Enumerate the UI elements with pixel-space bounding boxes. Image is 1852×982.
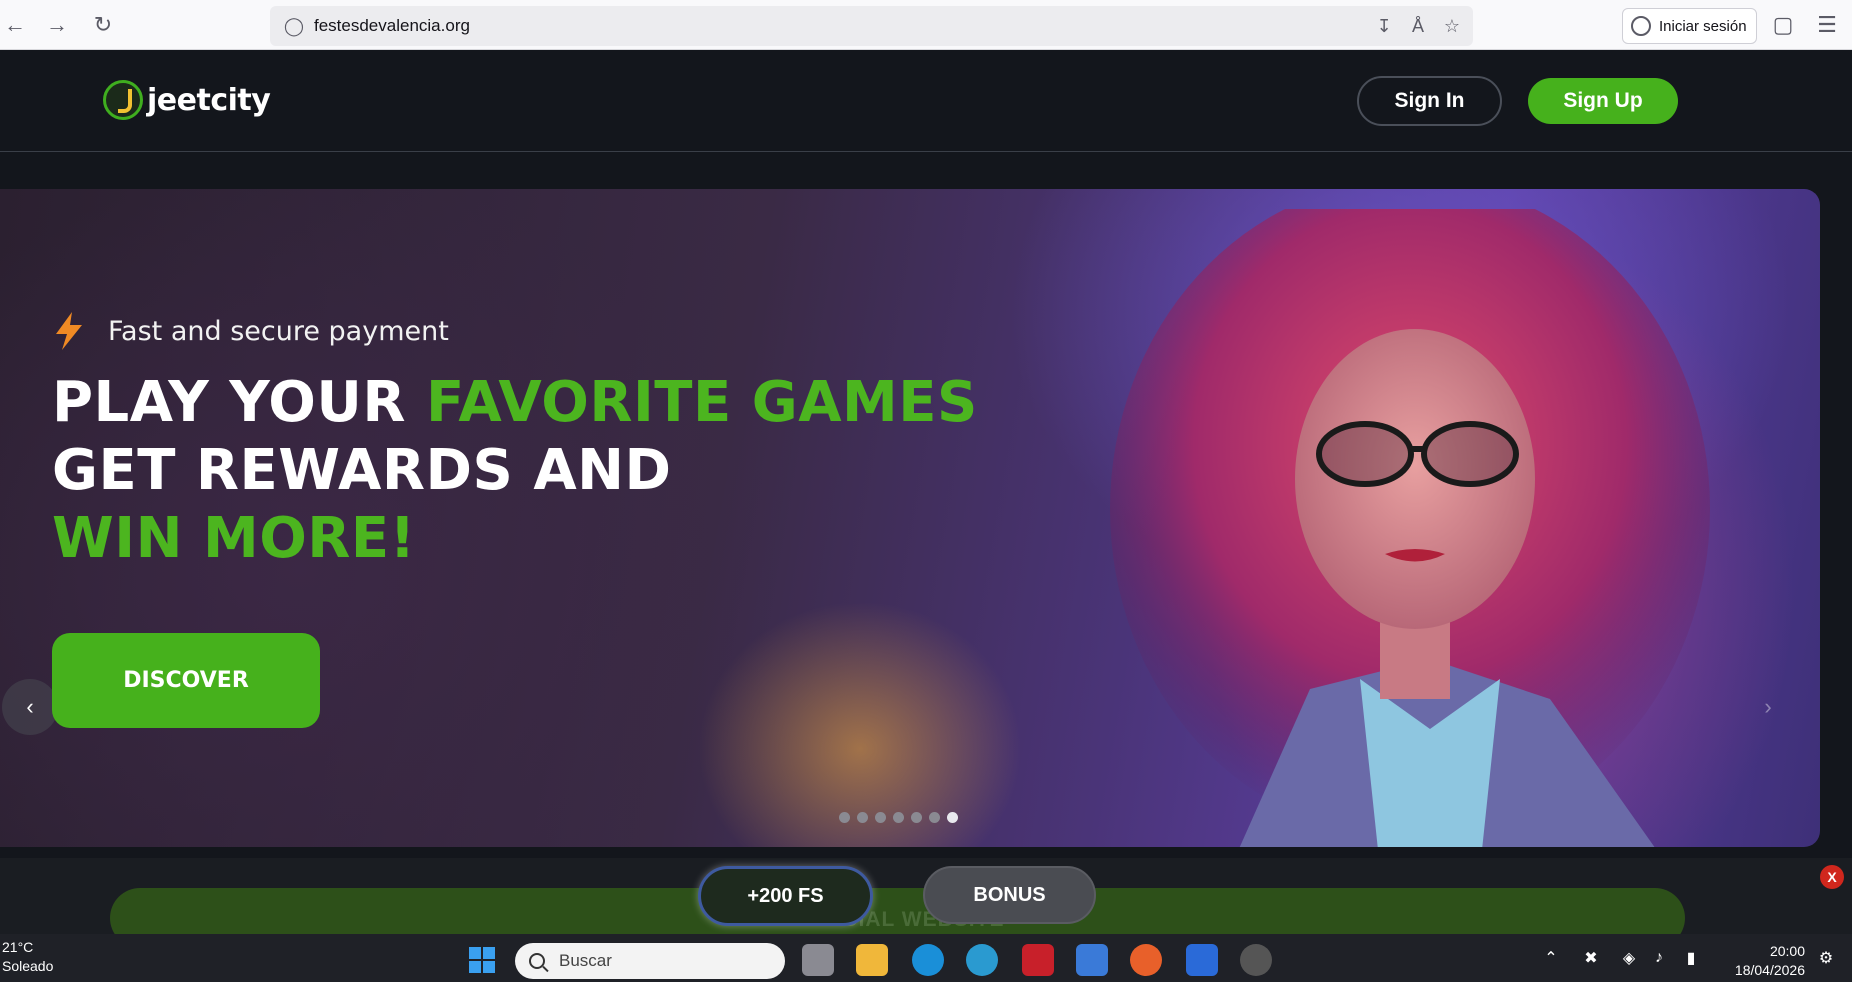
document-app-icon[interactable] [1186,944,1218,976]
slider-dot[interactable] [911,812,922,823]
weather-condition: Soleado [2,958,54,974]
edge-browser-icon[interactable] [912,944,944,976]
sign-up-button[interactable]: Sign Up [1528,78,1678,124]
sign-in-button[interactable]: Sign In [1357,76,1502,126]
temperature: 21°C [2,939,34,955]
bonus-button[interactable]: BONUS [923,866,1096,924]
task-view-icon[interactable] [802,944,834,976]
site-header: jeetcity Sign In Sign Up [0,50,1852,152]
translate-icon[interactable]: Å [1406,15,1430,37]
close-promo-button[interactable]: X [1820,865,1844,889]
battery-icon[interactable]: ▮ [1680,947,1702,969]
account-icon [1631,16,1651,36]
microsoft-store-icon[interactable] [1076,944,1108,976]
back-icon[interactable]: ← [0,10,30,40]
browser-signin-label: Iniciar sesión [1659,17,1747,35]
slider-next-button[interactable]: › [1740,679,1796,735]
notification-bell-icon[interactable]: ⚙ [1815,947,1837,969]
hero-tagline: Fast and secure payment [52,312,449,350]
forward-icon[interactable]: → [42,10,72,40]
headline-line-2: GET REWARDS AND [52,438,672,503]
logo-mark-icon [103,80,143,120]
headline-line-1-green: FAVORITE GAMES [426,370,978,435]
date: 18/04/2026 [1734,962,1805,978]
weather-widget[interactable]: 21°C Soleado [2,938,53,976]
free-spins-button[interactable]: +200 FS [698,866,873,926]
slider-dot[interactable] [947,812,958,823]
slider-dot[interactable] [893,812,904,823]
url-text[interactable]: festesdevalencia.org [314,16,470,36]
extensions-icon[interactable]: ▢ [1768,10,1798,40]
taskbar: 21°C Soleado Buscar ⌃ ✖ ◈ ♪ ▮ 20:00 18/0… [0,934,1852,982]
headline-line-3: WIN MORE! [52,506,416,571]
download-icon[interactable]: ↧ [1372,15,1396,37]
volume-icon[interactable]: ♪ [1648,947,1670,969]
shield-icon[interactable]: ◯ [282,15,306,37]
official-website-text: OFFICIAL WEBSITE [790,908,1005,931]
address-bar[interactable]: ◯ festesdevalencia.org ↧ Å ☆ [270,6,1473,46]
slider-prev-button[interactable]: ‹ [2,679,58,735]
chevron-right-icon: › [1764,694,1772,719]
slider-dot[interactable] [839,812,850,823]
clock[interactable]: 20:00 18/04/2026 [1720,942,1805,980]
mcafee-icon[interactable] [1022,944,1054,976]
bookmark-star-icon[interactable]: ☆ [1440,15,1464,37]
slider-dots [839,812,958,823]
lightning-bolt-icon [56,312,82,350]
wifi-icon[interactable]: ◈ [1618,947,1640,969]
discover-button[interactable]: DISCOVER [52,633,320,728]
hero-character-illustration [1110,209,1710,847]
slider-dot[interactable] [857,812,868,823]
search-placeholder: Buscar [559,951,612,970]
reload-icon[interactable]: ↻ [88,10,118,40]
tagline-text: Fast and secure payment [108,315,449,347]
menu-icon[interactable]: ☰ [1812,10,1842,40]
firefox-icon[interactable] [1130,944,1162,976]
logo-text: jeetcity [147,82,271,118]
search-icon [529,953,545,969]
headline-line-1-white: PLAY YOUR [52,370,427,435]
browser-toolbar: ← → ↻ ◯ festesdevalencia.org ↧ Å ☆ Inici… [0,0,1852,50]
notifications-off-icon[interactable]: ✖ [1580,947,1602,969]
help-app-icon[interactable] [966,944,998,976]
windows-start-icon[interactable] [466,944,498,976]
chevron-up-icon[interactable]: ⌃ [1540,947,1562,969]
site-logo[interactable]: jeetcity [103,80,271,120]
browser-signin-button[interactable]: Iniciar sesión [1622,8,1757,44]
slider-dot[interactable] [929,812,940,823]
time: 20:00 [1769,943,1805,959]
app-circle-icon[interactable] [1240,944,1272,976]
file-explorer-icon[interactable] [856,944,888,976]
taskbar-search-input[interactable]: Buscar [515,943,785,979]
slider-dot[interactable] [875,812,886,823]
chevron-left-icon: ‹ [26,694,34,719]
headline-line-1: PLAY YOUR FAVORITE GAMES [52,370,978,435]
